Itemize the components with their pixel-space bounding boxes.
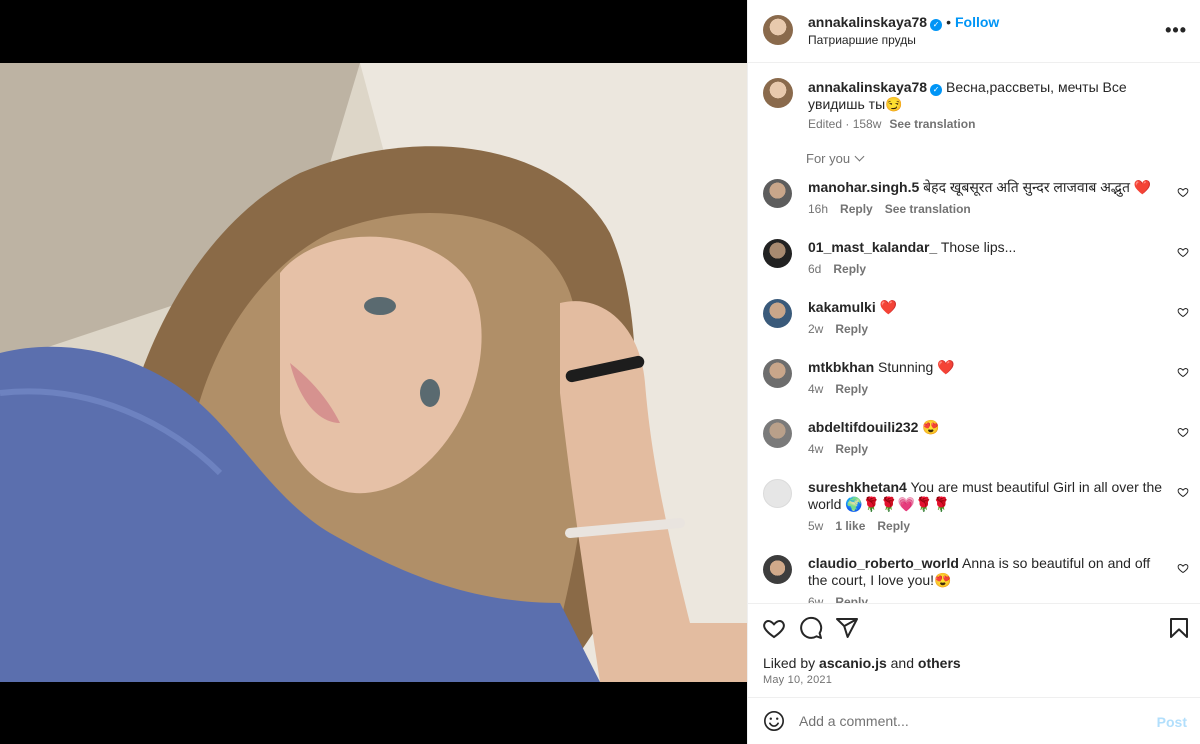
follow-button[interactable]: Follow — [955, 14, 999, 30]
caption-avatar[interactable] — [763, 78, 793, 108]
likes-prefix: Liked by — [763, 655, 816, 671]
verified-badge-icon: ✓ — [930, 84, 943, 96]
comment-text: बेहद खूबसूरत अति सुन्दर लाजवाब अद्भुत ❤️ — [923, 179, 1152, 195]
comment-item: kakamulki ❤️ 2w Reply — [748, 290, 1200, 350]
media-area — [0, 0, 747, 744]
post-modal: annakalinskaya78 ✓ • Follow Патриаршие пруд… — [0, 0, 1200, 744]
reply-button[interactable]: Reply — [840, 202, 873, 216]
commenter-avatar[interactable] — [763, 179, 792, 208]
comment-item: claudio_roberto_world Anna is so beautif… — [748, 546, 1200, 603]
reply-button[interactable]: Reply — [835, 595, 868, 603]
commenter-username[interactable]: sureshkhetan4 — [808, 479, 907, 495]
comment-item: abdeltifdouili232 😍 4w Reply — [748, 410, 1200, 470]
share-send-icon[interactable] — [835, 616, 859, 640]
comment-time: 6d — [808, 262, 822, 276]
reply-button[interactable]: Reply — [833, 262, 866, 276]
verified-badge-icon: ✓ — [930, 19, 943, 31]
commenter-username[interactable]: claudio_roberto_world — [808, 555, 959, 571]
separator-dot: • — [946, 14, 951, 30]
liked-by-user-link[interactable]: ascanio.js — [819, 655, 887, 671]
post-comment-button[interactable]: Post — [1157, 714, 1187, 730]
comment-time: 4w — [808, 382, 824, 396]
reply-button[interactable]: Reply — [835, 382, 868, 396]
like-heart-icon[interactable] — [762, 616, 786, 640]
comment-text: ❤️ — [879, 299, 898, 315]
commenter-username[interactable]: 01_mast_kalandar_ — [808, 239, 937, 255]
post-actions: Liked by ascanio.js and others May 10, 2… — [748, 603, 1200, 698]
post-location[interactable]: Патриаршие пруды — [808, 33, 916, 47]
see-translation-button[interactable]: See translation — [889, 117, 975, 131]
comment-item: sureshkhetan4 You are must beautiful Gir… — [748, 470, 1200, 546]
commenter-avatar[interactable] — [763, 555, 792, 584]
more-options-icon[interactable]: ••• — [1165, 20, 1187, 41]
post-photo[interactable] — [0, 63, 747, 682]
comment-item: mtkbkhan Stunning ❤️ 4w Reply — [748, 350, 1200, 410]
likes-summary: Liked by ascanio.js and others — [763, 655, 961, 671]
post-header: annakalinskaya78 ✓ • Follow Патриаршие пруд… — [748, 0, 1200, 63]
commenter-avatar[interactable] — [763, 239, 792, 268]
comment-time: 6w — [808, 595, 824, 603]
author-avatar[interactable] — [763, 15, 793, 45]
like-comment-heart-icon[interactable] — [1177, 562, 1189, 574]
post-date[interactable]: May 10, 2021 — [763, 674, 832, 686]
caption: annakalinskaya78 ✓ Весна,рассветы, мечты … — [748, 63, 1200, 148]
commenter-avatar[interactable] — [763, 419, 792, 448]
commenter-avatar[interactable] — [763, 479, 792, 508]
like-comment-heart-icon[interactable] — [1177, 426, 1189, 438]
like-comment-heart-icon[interactable] — [1177, 246, 1189, 258]
caption-username[interactable]: annakalinskaya78 — [808, 79, 927, 95]
likes-joiner: and — [890, 655, 914, 671]
comment-sort-label: For you — [806, 151, 851, 166]
like-comment-heart-icon[interactable] — [1177, 306, 1189, 318]
reply-button[interactable]: Reply — [877, 519, 910, 533]
add-comment-input[interactable] — [799, 708, 1139, 734]
reply-button[interactable]: Reply — [835, 442, 868, 456]
chevron-down-icon — [854, 151, 865, 162]
commenter-avatar[interactable] — [763, 299, 792, 328]
comment-item: manohar.singh.5 बेहद खूबसूरत अति सुन्दर … — [748, 170, 1200, 230]
comment-item: 01_mast_kalandar_ Those lips... 6d Reply — [748, 230, 1200, 290]
comment-time: 5w — [808, 519, 824, 533]
like-comment-heart-icon[interactable] — [1177, 186, 1189, 198]
see-translation-button[interactable]: See translation — [885, 202, 971, 216]
emoji-icon[interactable] — [763, 710, 785, 732]
comment-time: 16h — [808, 202, 829, 216]
bookmark-save-icon[interactable] — [1167, 616, 1191, 640]
comment-like-count[interactable]: 1 like — [835, 519, 865, 533]
comment-bubble-icon[interactable] — [799, 616, 823, 640]
comments-list[interactable]: manohar.singh.5 बेहद खूबसूरत अति सुन्दर … — [748, 170, 1200, 603]
comment-text: Stunning ❤️ — [878, 359, 955, 375]
like-comment-heart-icon[interactable] — [1177, 486, 1189, 498]
commenter-username[interactable]: mtkbkhan — [808, 359, 874, 375]
commenter-username[interactable]: kakamulki — [808, 299, 876, 315]
comment-time: 2w — [808, 322, 824, 336]
author-username[interactable]: annakalinskaya78 — [808, 14, 927, 30]
caption-edited-time: Edited · 158w — [808, 117, 882, 131]
commenter-avatar[interactable] — [763, 359, 792, 388]
commenter-username[interactable]: manohar.singh.5 — [808, 179, 919, 195]
commenter-username[interactable]: abdeltifdouili232 — [808, 419, 918, 435]
side-panel: annakalinskaya78 ✓ • Follow Патриаршие пруд… — [747, 0, 1200, 744]
likes-others-link[interactable]: others — [918, 655, 961, 671]
comment-sort-dropdown[interactable]: For you — [806, 151, 865, 166]
add-comment-bar: Post — [748, 698, 1200, 744]
comment-text: Those lips... — [940, 239, 1017, 255]
like-comment-heart-icon[interactable] — [1177, 366, 1189, 378]
reply-button[interactable]: Reply — [835, 322, 868, 336]
comment-text: 😍 — [922, 419, 940, 435]
comment-time: 4w — [808, 442, 824, 456]
